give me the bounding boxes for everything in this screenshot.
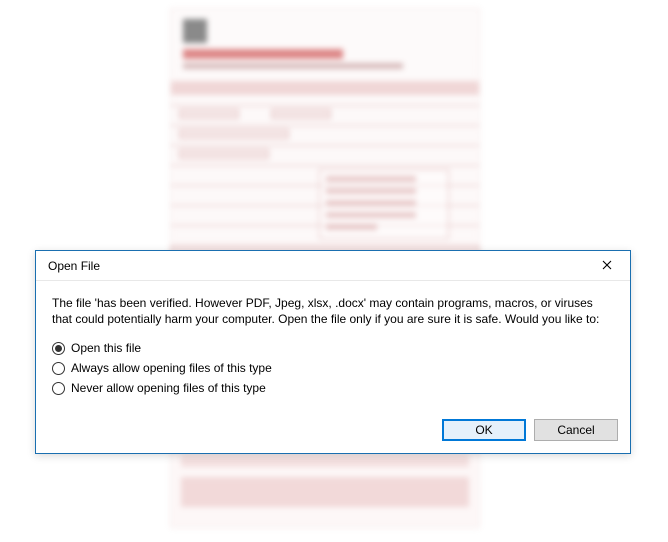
radio-option-always-allow[interactable]: Always allow opening files of this type bbox=[52, 361, 614, 375]
button-label: Cancel bbox=[557, 423, 594, 437]
button-label: OK bbox=[475, 423, 492, 437]
radio-icon bbox=[52, 342, 65, 355]
radio-label: Never allow opening files of this type bbox=[71, 381, 266, 395]
radio-label: Open this file bbox=[71, 341, 141, 355]
open-file-dialog: Open File The file 'has been verified. H… bbox=[35, 250, 631, 454]
cancel-button[interactable]: Cancel bbox=[534, 419, 618, 441]
radio-option-open[interactable]: Open this file bbox=[52, 341, 614, 355]
dialog-titlebar: Open File bbox=[36, 251, 630, 281]
dialog-button-row: OK Cancel bbox=[36, 413, 630, 453]
radio-option-never-allow[interactable]: Never allow opening files of this type bbox=[52, 381, 614, 395]
dialog-title: Open File bbox=[48, 259, 100, 273]
close-button[interactable] bbox=[592, 255, 622, 277]
close-icon bbox=[602, 259, 612, 273]
dialog-message: The file 'has been verified. However PDF… bbox=[52, 295, 614, 327]
ok-button[interactable]: OK bbox=[442, 419, 526, 441]
dialog-content: The file 'has been verified. However PDF… bbox=[36, 281, 630, 413]
radio-icon bbox=[52, 382, 65, 395]
radio-icon bbox=[52, 362, 65, 375]
radio-label: Always allow opening files of this type bbox=[71, 361, 272, 375]
